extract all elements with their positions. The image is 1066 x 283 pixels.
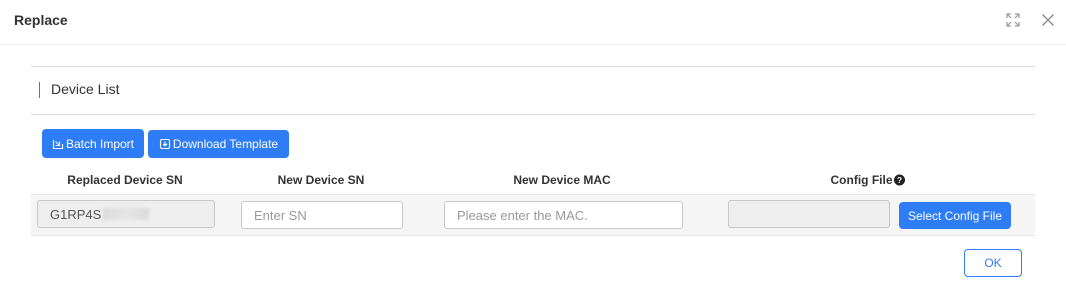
import-icon — [52, 138, 64, 150]
batch-import-label: Batch Import — [65, 136, 135, 151]
maximize-icon[interactable] — [1005, 12, 1021, 28]
column-header-config-file: Config File ? — [831, 173, 906, 187]
svg-text:?: ? — [897, 175, 902, 185]
close-icon[interactable] — [1040, 12, 1056, 28]
ok-label: OK — [984, 256, 1002, 270]
new-sn-input[interactable]: Enter SN — [241, 201, 403, 229]
replace-dialog: Replace Device List Batch Import Downloa… — [0, 0, 1066, 283]
dialog-header: Replace — [0, 0, 1066, 45]
column-header-config-file-label: Config File — [830, 173, 893, 187]
section-title: Device List — [51, 81, 120, 97]
section-divider-bottom — [31, 114, 1035, 115]
column-header-new-sn: New Device SN — [277, 173, 365, 187]
section-accent-bar — [39, 82, 40, 98]
new-mac-input[interactable]: Please enter the MAC. — [444, 201, 683, 229]
batch-import-button[interactable]: Batch Import — [42, 129, 144, 158]
config-file-field — [728, 200, 890, 228]
replaced-sn-field: G1RP4S — [37, 200, 215, 228]
select-config-file-button[interactable]: Select Config File — [899, 202, 1011, 229]
download-template-button[interactable]: Download Template — [148, 130, 289, 158]
replaced-sn-value: G1RP4S — [50, 206, 102, 222]
column-header-new-mac: New Device MAC — [513, 173, 611, 187]
new-mac-placeholder: Please enter the MAC. — [457, 207, 588, 223]
section-divider-top — [31, 66, 1035, 67]
ok-button[interactable]: OK — [964, 249, 1022, 277]
download-template-label: Download Template — [172, 137, 279, 151]
dialog-title: Replace — [14, 12, 68, 28]
new-sn-placeholder: Enter SN — [254, 207, 307, 223]
column-header-replaced-sn: Replaced Device SN — [67, 173, 183, 187]
help-icon[interactable]: ? — [894, 174, 906, 186]
download-icon — [159, 138, 171, 150]
select-config-file-label: Select Config File — [907, 208, 1003, 223]
redacted-mask — [103, 208, 150, 220]
